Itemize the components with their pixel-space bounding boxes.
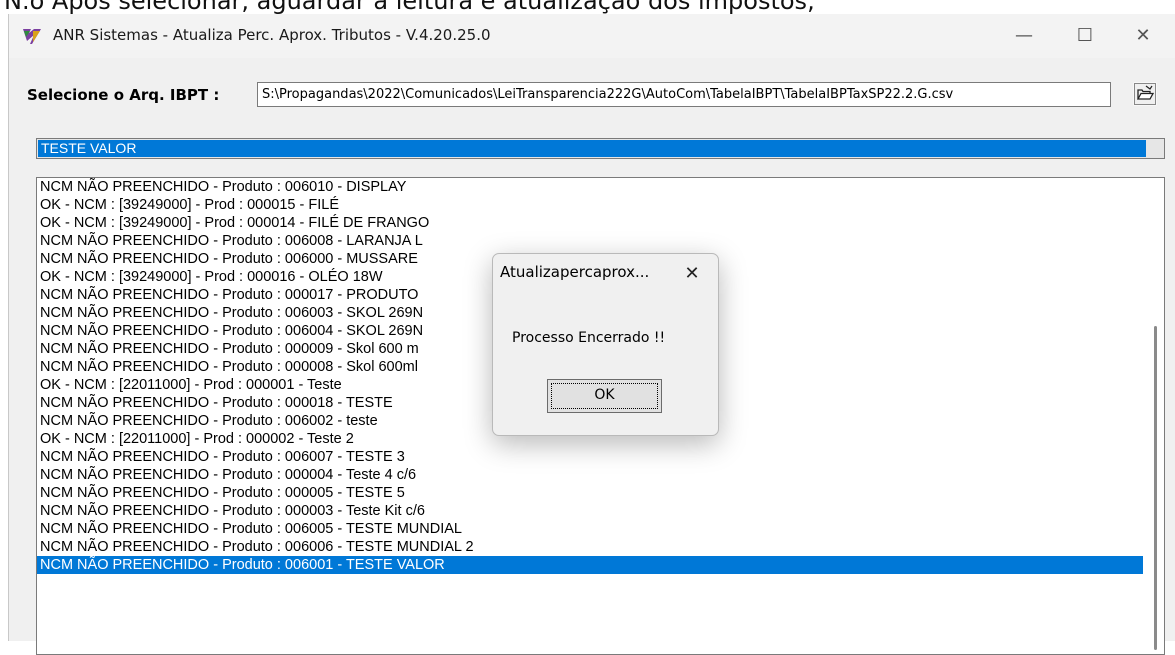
vertical-scrollbar[interactable]	[1144, 178, 1164, 654]
log-line[interactable]: OK - NCM : [39249000] - Prod : 000015 - …	[37, 196, 1143, 214]
dialog-close-button[interactable]: ✕	[677, 259, 707, 289]
log-line[interactable]: NCM NÃO PREENCHIDO - Produto : 006006 - …	[37, 538, 1143, 556]
app-window: ANR Sistemas - Atualiza Perc. Aprox. Tri…	[8, 14, 1175, 655]
dialog-title: Atualizapercaprox...	[500, 263, 650, 281]
log-line[interactable]: OK - NCM : [39249000] - Prod : 000014 - …	[37, 214, 1143, 232]
log-line[interactable]: NCM NÃO PREENCHIDO - Produto : 006001 - …	[37, 556, 1143, 574]
progress-label: TESTE VALOR	[41, 140, 137, 156]
window-title: ANR Sistemas - Atualiza Perc. Aprox. Tri…	[53, 26, 491, 44]
log-line[interactable]: NCM NÃO PREENCHIDO - Produto : 000005 - …	[37, 484, 1143, 502]
log-line[interactable]: NCM NÃO PREENCHIDO - Produto : 000003 - …	[37, 502, 1143, 520]
message-dialog: Atualizapercaprox... ✕ Processo Encerrad…	[492, 253, 719, 436]
ibpt-file-label: Selecione o Arq. IBPT :	[27, 86, 220, 104]
maximize-button[interactable]: ☐	[1056, 14, 1114, 58]
focus-rectangle	[551, 383, 658, 409]
minimize-button[interactable]: —	[995, 14, 1053, 58]
dialog-message: Processo Encerrado !!	[512, 330, 666, 346]
log-line[interactable]: NCM NÃO PREENCHIDO - Produto : 006008 - …	[37, 232, 1143, 250]
log-line[interactable]: NCM NÃO PREENCHIDO - Produto : 006007 - …	[37, 448, 1143, 466]
ok-button[interactable]: OK	[547, 379, 662, 413]
scrollbar-thumb[interactable]	[1154, 326, 1157, 650]
log-line[interactable]: NCM NÃO PREENCHIDO - Produto : 006010 - …	[37, 178, 1143, 196]
progress-fill	[38, 140, 1147, 157]
app-logo-icon	[23, 29, 41, 44]
close-button[interactable]: ✕	[1114, 14, 1172, 58]
log-line[interactable]: NCM NÃO PREENCHIDO - Produto : 000004 - …	[37, 466, 1143, 484]
folder-open-icon	[1133, 82, 1157, 106]
progress-bar: TESTE VALOR	[36, 138, 1165, 159]
ibpt-file-path-field[interactable]: S:\Propagandas\2022\Comunicados\LeiTrans…	[257, 82, 1111, 107]
browse-file-button[interactable]	[1131, 80, 1159, 108]
title-bar: ANR Sistemas - Atualiza Perc. Aprox. Tri…	[9, 14, 1175, 58]
log-line[interactable]: NCM NÃO PREENCHIDO - Produto : 006005 - …	[37, 520, 1143, 538]
